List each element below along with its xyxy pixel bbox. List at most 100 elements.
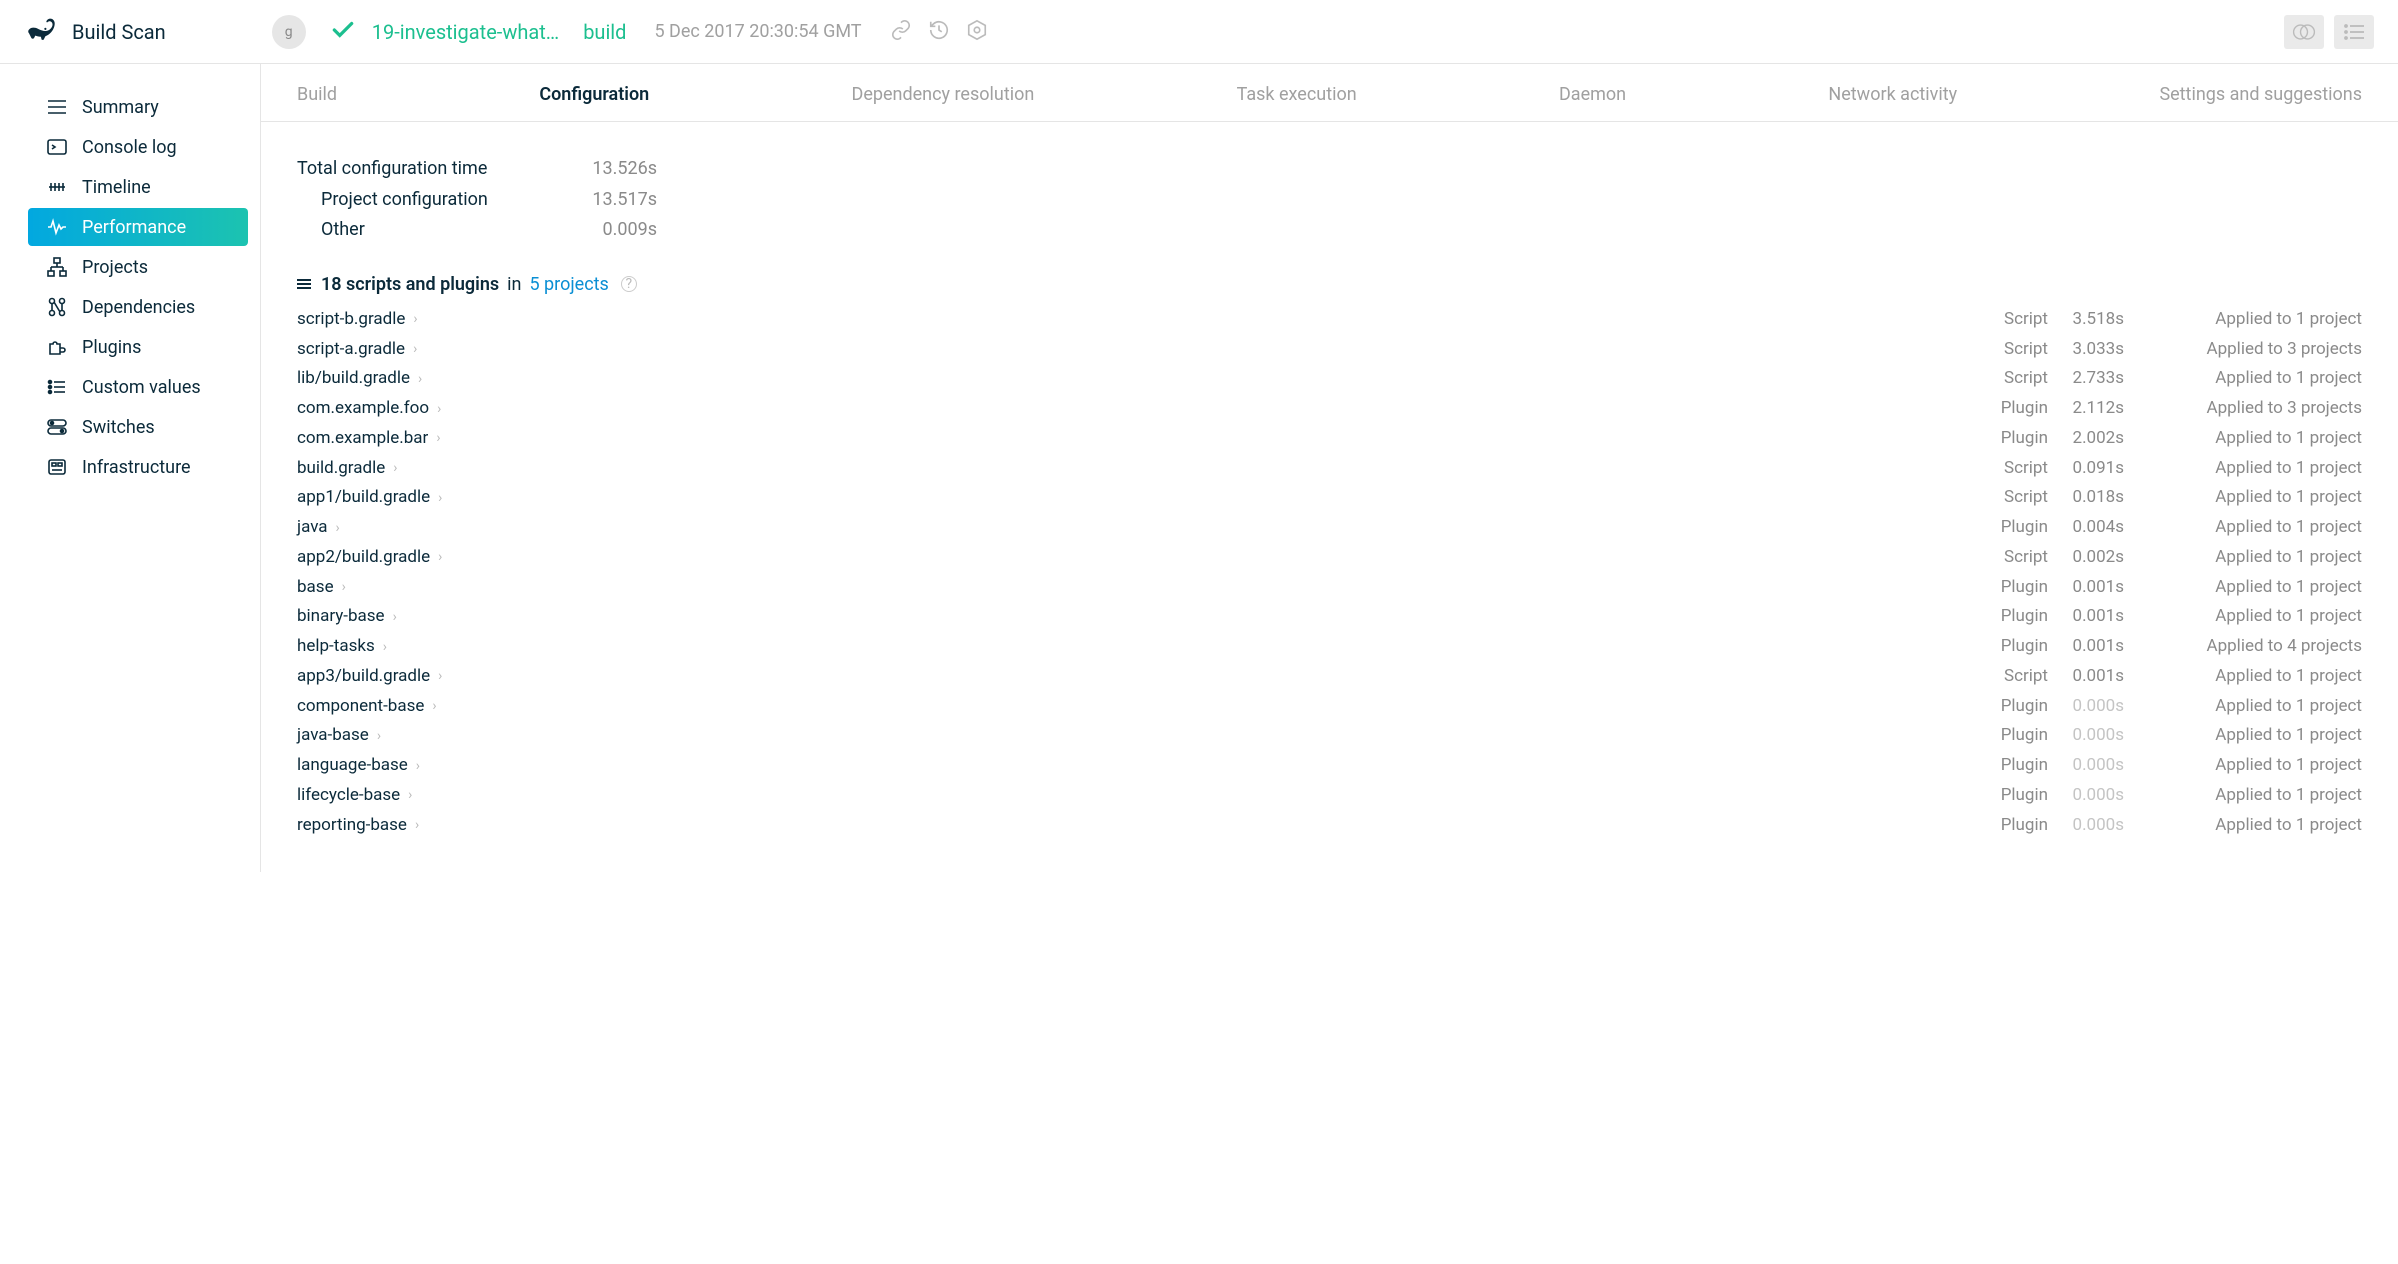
chevron-right-icon: › <box>408 783 412 808</box>
header: Build Scan g 19-investigate-what… build … <box>0 0 2398 64</box>
script-name: script-b.gradle› <box>297 305 1992 335</box>
link-icon[interactable] <box>890 19 912 45</box>
script-type: Script <box>1992 483 2072 513</box>
script-type: Plugin <box>1992 573 2072 603</box>
script-row[interactable]: app3/build.gradle›Script0.001sApplied to… <box>297 662 2362 692</box>
main-panel: Build Configuration Dependency resolution T… <box>260 64 2398 872</box>
script-row[interactable]: language-base›Plugin0.000sApplied to 1 p… <box>297 751 2362 781</box>
tab-configuration[interactable]: Configuration <box>539 84 649 105</box>
script-applied: Applied to 4 projects <box>2152 632 2362 662</box>
script-type: Plugin <box>1992 811 2072 841</box>
logo-area: Build Scan <box>24 12 166 52</box>
help-icon[interactable]: ? <box>621 276 637 292</box>
script-row[interactable]: reporting-base›Plugin0.000sApplied to 1 … <box>297 811 2362 841</box>
sidebar-item-plugins[interactable]: Plugins <box>28 328 248 366</box>
script-name: java-base› <box>297 721 1992 751</box>
project-config-value: 13.517s <box>577 185 657 216</box>
chevron-right-icon: › <box>418 367 422 392</box>
sidebar-item-switches[interactable]: Switches <box>28 408 248 446</box>
build-task[interactable]: build <box>583 20 626 44</box>
chevron-right-icon: › <box>416 754 420 779</box>
script-row[interactable]: java-base›Plugin0.000sApplied to 1 proje… <box>297 721 2362 751</box>
script-row[interactable]: lib/build.gradle›Script2.733sApplied to … <box>297 364 2362 394</box>
tab-build[interactable]: Build <box>297 84 337 105</box>
other-config-value: 0.009s <box>577 215 657 246</box>
sidebar-item-label: Performance <box>82 217 186 238</box>
sidebar-item-infrastructure[interactable]: Infrastructure <box>28 448 248 486</box>
script-name: app1/build.gradle› <box>297 483 1992 513</box>
script-applied: Applied to 3 projects <box>2152 394 2362 424</box>
script-row[interactable]: app1/build.gradle›Script0.018sApplied to… <box>297 483 2362 513</box>
project-config-label: Project configuration <box>297 185 577 216</box>
sidebar-item-dependencies[interactable]: Dependencies <box>28 288 248 326</box>
chevron-right-icon: › <box>342 575 346 600</box>
script-applied: Applied to 1 project <box>2152 811 2362 841</box>
sidebar-item-projects[interactable]: Projects <box>28 248 248 286</box>
script-applied: Applied to 1 project <box>2152 543 2362 573</box>
build-name[interactable]: 19-investigate-what… <box>372 20 559 44</box>
history-icon[interactable] <box>928 19 950 45</box>
tab-daemon[interactable]: Daemon <box>1559 84 1626 105</box>
sidebar-item-performance[interactable]: Performance <box>28 208 248 246</box>
script-applied: Applied to 1 project <box>2152 305 2362 335</box>
script-time: 0.000s <box>2072 721 2152 751</box>
collapse-all-icon[interactable] <box>297 279 311 289</box>
compare-view-button[interactable] <box>2284 15 2324 49</box>
script-row[interactable]: help-tasks›Plugin0.001sApplied to 4 proj… <box>297 632 2362 662</box>
script-applied: Applied to 1 project <box>2152 483 2362 513</box>
tabs: Build Configuration Dependency resolution T… <box>261 64 2398 122</box>
script-type: Plugin <box>1992 513 2072 543</box>
script-type: Plugin <box>1992 424 2072 454</box>
script-row[interactable]: com.example.bar›Plugin2.002sApplied to 1… <box>297 424 2362 454</box>
script-time: 2.733s <box>2072 364 2152 394</box>
sidebar-item-console-log[interactable]: Console log <box>28 128 248 166</box>
script-applied: Applied to 1 project <box>2152 573 2362 603</box>
infra-icon <box>46 456 68 478</box>
hex-icon[interactable] <box>966 19 988 45</box>
script-name: reporting-base› <box>297 811 1992 841</box>
script-time: 0.000s <box>2072 781 2152 811</box>
tab-network-activity[interactable]: Network activity <box>1828 84 1957 105</box>
sidebar-item-label: Summary <box>82 97 159 118</box>
sidebar-item-label: Projects <box>82 257 148 278</box>
header-action-icons <box>890 19 988 45</box>
script-type: Script <box>1992 364 2072 394</box>
script-row[interactable]: build.gradle›Script0.091sApplied to 1 pr… <box>297 454 2362 484</box>
projects-link[interactable]: 5 projects <box>529 274 608 295</box>
script-row[interactable]: lifecycle-base›Plugin0.000sApplied to 1 … <box>297 781 2362 811</box>
chevron-right-icon: › <box>437 397 441 422</box>
script-time: 0.000s <box>2072 692 2152 722</box>
avatar[interactable]: g <box>272 15 306 49</box>
script-type: Script <box>1992 454 2072 484</box>
sidebar-item-label: Timeline <box>82 177 151 198</box>
script-name: lib/build.gradle› <box>297 364 1992 394</box>
script-row[interactable]: java›Plugin0.004sApplied to 1 project <box>297 513 2362 543</box>
plugins-icon <box>46 336 68 358</box>
header-view-toggles <box>2284 15 2374 49</box>
list-view-button[interactable] <box>2334 15 2374 49</box>
sidebar-item-summary[interactable]: Summary <box>28 88 248 126</box>
script-row[interactable]: binary-base›Plugin0.001sApplied to 1 pro… <box>297 602 2362 632</box>
script-row[interactable]: script-b.gradle›Script3.518sApplied to 1… <box>297 305 2362 335</box>
script-row[interactable]: base›Plugin0.001sApplied to 1 project <box>297 573 2362 603</box>
script-time: 2.002s <box>2072 424 2152 454</box>
script-type: Plugin <box>1992 602 2072 632</box>
sidebar-item-label: Switches <box>82 417 155 438</box>
script-row[interactable]: com.example.foo›Plugin2.112sApplied to 3… <box>297 394 2362 424</box>
projects-icon <box>46 256 68 278</box>
script-row[interactable]: app2/build.gradle›Script0.002sApplied to… <box>297 543 2362 573</box>
sidebar-item-timeline[interactable]: Timeline <box>28 168 248 206</box>
script-type: Script <box>1992 662 2072 692</box>
script-row[interactable]: script-a.gradle›Script3.033sApplied to 3… <box>297 335 2362 365</box>
gradle-elephant-icon <box>24 12 60 52</box>
tab-task-execution[interactable]: Task execution <box>1237 84 1357 105</box>
script-applied: Applied to 1 project <box>2152 751 2362 781</box>
sidebar-item-custom-values[interactable]: Custom values <box>28 368 248 406</box>
script-applied: Applied to 1 project <box>2152 662 2362 692</box>
performance-icon <box>46 216 68 238</box>
total-config-value: 13.526s <box>577 154 657 185</box>
tab-settings-and-suggestions[interactable]: Settings and suggestions <box>2159 84 2362 105</box>
tab-dependency-resolution[interactable]: Dependency resolution <box>852 84 1035 105</box>
script-applied: Applied to 3 projects <box>2152 335 2362 365</box>
script-row[interactable]: component-base›Plugin0.000sApplied to 1 … <box>297 692 2362 722</box>
